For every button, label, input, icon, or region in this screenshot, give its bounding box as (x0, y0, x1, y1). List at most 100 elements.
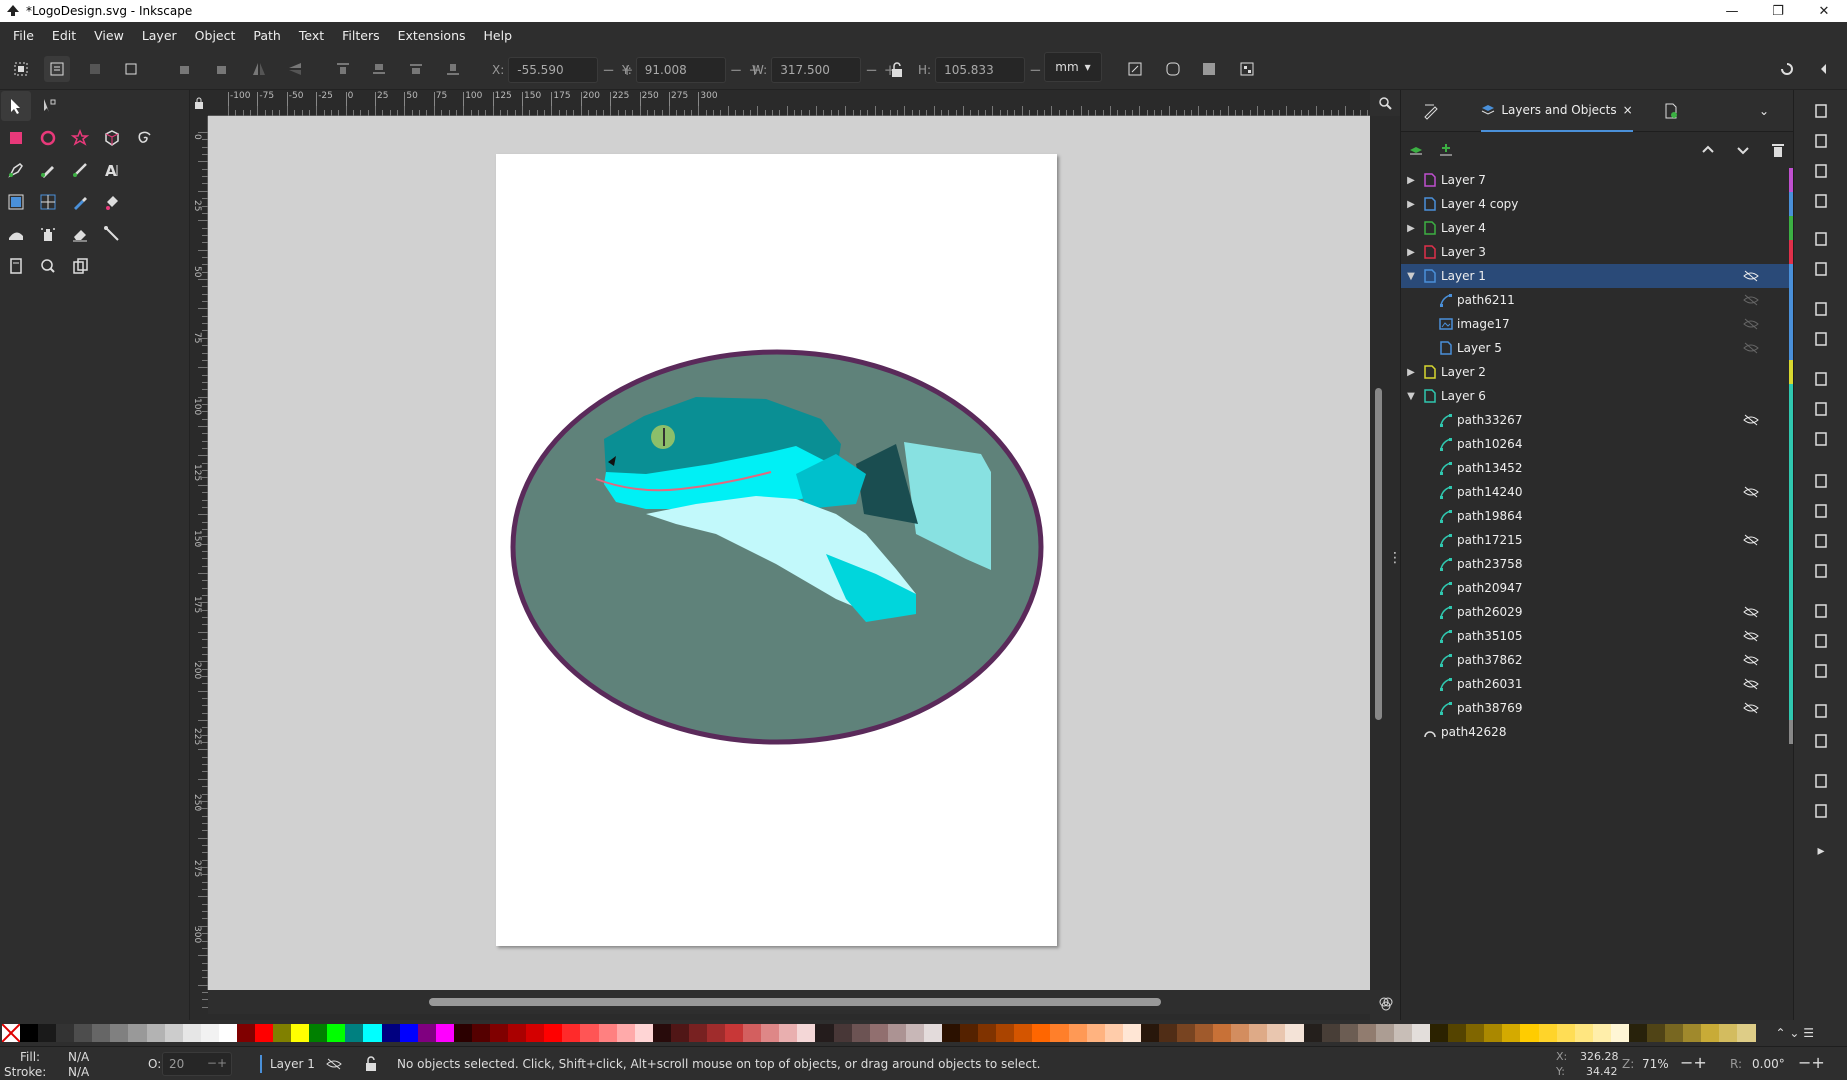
zoom-page-icon[interactable] (1808, 528, 1834, 554)
visibility-hidden-icon[interactable] (1743, 294, 1759, 306)
gradient-tool-icon[interactable] (1, 187, 31, 217)
spiral-tool-icon[interactable] (129, 123, 159, 153)
color-swatch[interactable] (688, 1024, 707, 1042)
units-select[interactable]: mm ▾ (1044, 52, 1102, 82)
zoom-drawing-icon[interactable] (1808, 498, 1834, 524)
color-swatch[interactable] (20, 1024, 39, 1042)
horizontal-ruler[interactable]: -100 -75 -50 -25 0 25 50 75 100 125 150 175 200 225 25… (208, 90, 1398, 116)
measure-tool-icon[interactable] (65, 251, 95, 281)
tweak-tool-icon[interactable] (1, 219, 31, 249)
visibility-hidden-icon[interactable] (1743, 486, 1759, 498)
color-swatch[interactable] (218, 1024, 237, 1042)
object-row[interactable]: path14240 (1401, 480, 1794, 504)
color-swatch[interactable] (1086, 1024, 1105, 1042)
zoom-tool-icon[interactable] (33, 251, 63, 281)
ellipse-tool-icon[interactable] (33, 123, 63, 153)
collapse-arrow-icon[interactable]: ▼ (1405, 271, 1417, 282)
menu-object[interactable]: Object (186, 28, 245, 43)
select-all-icon[interactable] (8, 56, 34, 82)
color-swatch[interactable] (1195, 1024, 1214, 1042)
color-swatch[interactable] (1285, 1024, 1304, 1042)
color-swatch[interactable] (1610, 1024, 1629, 1042)
color-swatch[interactable] (327, 1024, 346, 1042)
eye-closed-icon[interactable] (326, 1057, 342, 1071)
new-document-icon[interactable] (1808, 98, 1834, 124)
expand-arrow-icon[interactable]: ▶ (1405, 199, 1417, 210)
deselect-icon[interactable] (82, 56, 108, 82)
w-input[interactable]: 317.500 (771, 57, 862, 83)
close-window-button[interactable]: ✕ (1801, 0, 1847, 22)
color-swatch[interactable] (1737, 1024, 1756, 1042)
collapse-arrow-icon[interactable]: ▼ (1405, 391, 1417, 402)
color-swatch[interactable] (1177, 1024, 1196, 1042)
color-swatch[interactable] (616, 1024, 635, 1042)
spray-tool-icon[interactable] (33, 219, 63, 249)
color-swatch[interactable] (345, 1024, 364, 1042)
rotation-stepper[interactable]: −+ (1798, 1053, 1825, 1072)
color-swatch[interactable] (1249, 1024, 1268, 1042)
visibility-hidden-icon[interactable] (1743, 534, 1759, 546)
open-icon[interactable] (1808, 128, 1834, 154)
layer-row[interactable]: ▶ Layer 4 (1401, 216, 1794, 240)
canvas[interactable] (208, 116, 1370, 990)
color-swatch[interactable] (652, 1024, 671, 1042)
color-swatch[interactable] (978, 1024, 997, 1042)
color-swatch[interactable] (887, 1024, 906, 1042)
pages-tool-icon[interactable] (1, 251, 31, 281)
minimize-button[interactable]: — (1709, 0, 1755, 22)
lock-ratio-icon[interactable] (884, 57, 910, 83)
color-swatch[interactable] (435, 1024, 454, 1042)
more-commands-icon[interactable]: ▸ (1808, 838, 1834, 864)
zoom-stepper[interactable]: −+ (1680, 1053, 1707, 1072)
color-swatch[interactable] (779, 1024, 798, 1042)
color-swatch[interactable] (1321, 1024, 1340, 1042)
h-input[interactable]: 105.833 (935, 57, 1026, 83)
expand-arrow-icon[interactable]: ▶ (1405, 175, 1417, 186)
color-swatch[interactable] (1556, 1024, 1575, 1042)
color-swatch[interactable] (164, 1024, 183, 1042)
tab-fill-stroke[interactable] (1411, 90, 1451, 132)
color-swatch[interactable] (508, 1024, 527, 1042)
lock-guides-icon[interactable] (192, 96, 206, 110)
copy-icon[interactable] (1808, 366, 1834, 392)
color-swatch[interactable] (291, 1024, 310, 1042)
color-swatch[interactable] (706, 1024, 726, 1042)
color-swatch[interactable] (544, 1024, 563, 1042)
layer-row[interactable]: ▶ Layer 4 copy (1401, 192, 1794, 216)
object-row[interactable]: path19864 (1401, 504, 1794, 528)
color-swatch[interactable] (562, 1024, 581, 1042)
menu-extensions[interactable]: Extensions (389, 28, 475, 43)
menu-text[interactable]: Text (290, 28, 333, 43)
ungroup-icon[interactable] (1808, 728, 1834, 754)
color-swatch[interactable] (1158, 1024, 1177, 1042)
stroke-value[interactable]: N/A (68, 1065, 89, 1079)
undo-icon[interactable] (1808, 296, 1834, 322)
object-row[interactable]: path10264 (1401, 432, 1794, 456)
menu-path[interactable]: Path (244, 28, 289, 43)
object-row[interactable]: path38769 (1401, 696, 1794, 720)
layer-row[interactable]: ▼ Layer 6 (1401, 384, 1794, 408)
duplicate-icon[interactable] (1808, 598, 1834, 624)
color-swatch[interactable] (273, 1024, 292, 1042)
y-input[interactable]: 91.008 (635, 57, 726, 83)
color-swatch[interactable] (453, 1024, 472, 1042)
calligraphy-tool-icon[interactable] (65, 155, 95, 185)
flip-horizontal-icon[interactable] (246, 56, 272, 82)
color-swatch[interactable] (1647, 1024, 1666, 1042)
color-swatch[interactable] (56, 1024, 75, 1042)
visibility-hidden-icon[interactable] (1743, 270, 1759, 282)
add-layer-icon[interactable] (1433, 137, 1459, 163)
color-swatch[interactable] (92, 1024, 111, 1042)
color-swatch[interactable] (833, 1024, 852, 1042)
object-row[interactable]: image17 (1401, 312, 1794, 336)
document-page[interactable] (496, 154, 1057, 946)
layer-row[interactable]: Layer 5 (1401, 336, 1794, 360)
color-swatch[interactable] (1701, 1024, 1720, 1042)
vertical-ruler[interactable]: 0 25 50 75 100 125 150 175 200 225 250 275 300 (190, 116, 208, 1008)
lower-icon[interactable] (403, 56, 429, 82)
eraser-tool-icon[interactable] (65, 219, 95, 249)
node-tool-icon[interactable] (34, 91, 64, 121)
object-row[interactable]: path20947 (1401, 576, 1794, 600)
no-paint-swatch[interactable] (2, 1024, 20, 1042)
menu-view[interactable]: View (85, 28, 133, 43)
